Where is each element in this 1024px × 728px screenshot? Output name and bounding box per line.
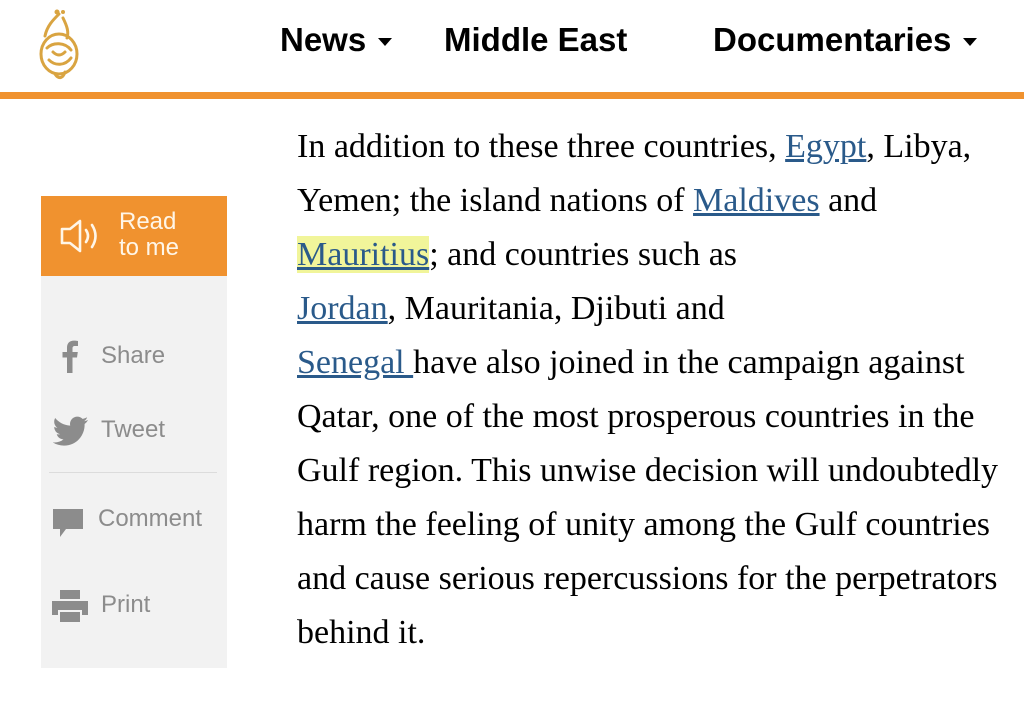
comment-icon [53, 509, 83, 537]
link-egypt[interactable]: Egypt [785, 128, 866, 165]
nav-documentaries[interactable]: Documentaries [713, 18, 978, 62]
nav-middle-east[interactable]: Middle East [444, 18, 627, 62]
tweet-label: Tweet [101, 416, 166, 443]
nav-documentaries-label: Documentaries [713, 21, 952, 58]
comment-label: Comment [98, 505, 203, 532]
share-label: Share [101, 342, 166, 369]
tweet-button[interactable]: Tweet [41, 407, 227, 453]
link-jordan[interactable]: Jordan [297, 290, 388, 327]
al-jazeera-logo-icon[interactable] [33, 8, 85, 84]
article-text: , Mauritania, Djibuti and [387, 290, 725, 327]
sidebar-divider [49, 472, 217, 473]
chevron-down-icon [378, 38, 393, 46]
facebook-icon [62, 340, 78, 373]
article-text: In addition to these three countries, [297, 128, 786, 165]
share-button[interactable]: Share [41, 333, 227, 379]
read-label-line1: Read [119, 208, 177, 235]
article-text: have also joined in the campaign against… [297, 344, 999, 651]
read-to-me-button[interactable]: Read to me [41, 196, 227, 276]
article-text: and [819, 182, 878, 219]
read-label-line2: to me [119, 234, 180, 261]
nav-news[interactable]: News [280, 18, 393, 62]
link-mauritius[interactable]: Mauritius [297, 236, 430, 273]
link-maldives[interactable]: Maldives [693, 182, 820, 219]
printer-icon [52, 590, 88, 622]
comment-button[interactable]: Comment [41, 496, 227, 542]
article-paragraph: In addition to these three countries, Eg… [297, 120, 1024, 660]
share-sidebar: Read to me Share Tweet Comment Print [41, 196, 227, 668]
top-navigation-bar: News Middle East Documentaries [0, 0, 1024, 99]
read-to-me-label: Read to me [119, 209, 219, 261]
twitter-icon [53, 416, 88, 446]
nav-news-label: News [280, 21, 367, 58]
speaker-icon [60, 219, 97, 253]
article-text: ; and countries such as [429, 236, 738, 273]
nav-middle-east-label: Middle East [444, 21, 628, 58]
print-button[interactable]: Print [41, 582, 227, 628]
chevron-down-icon [963, 38, 978, 46]
link-senegal[interactable]: Senegal [297, 344, 413, 381]
print-label: Print [101, 591, 151, 618]
